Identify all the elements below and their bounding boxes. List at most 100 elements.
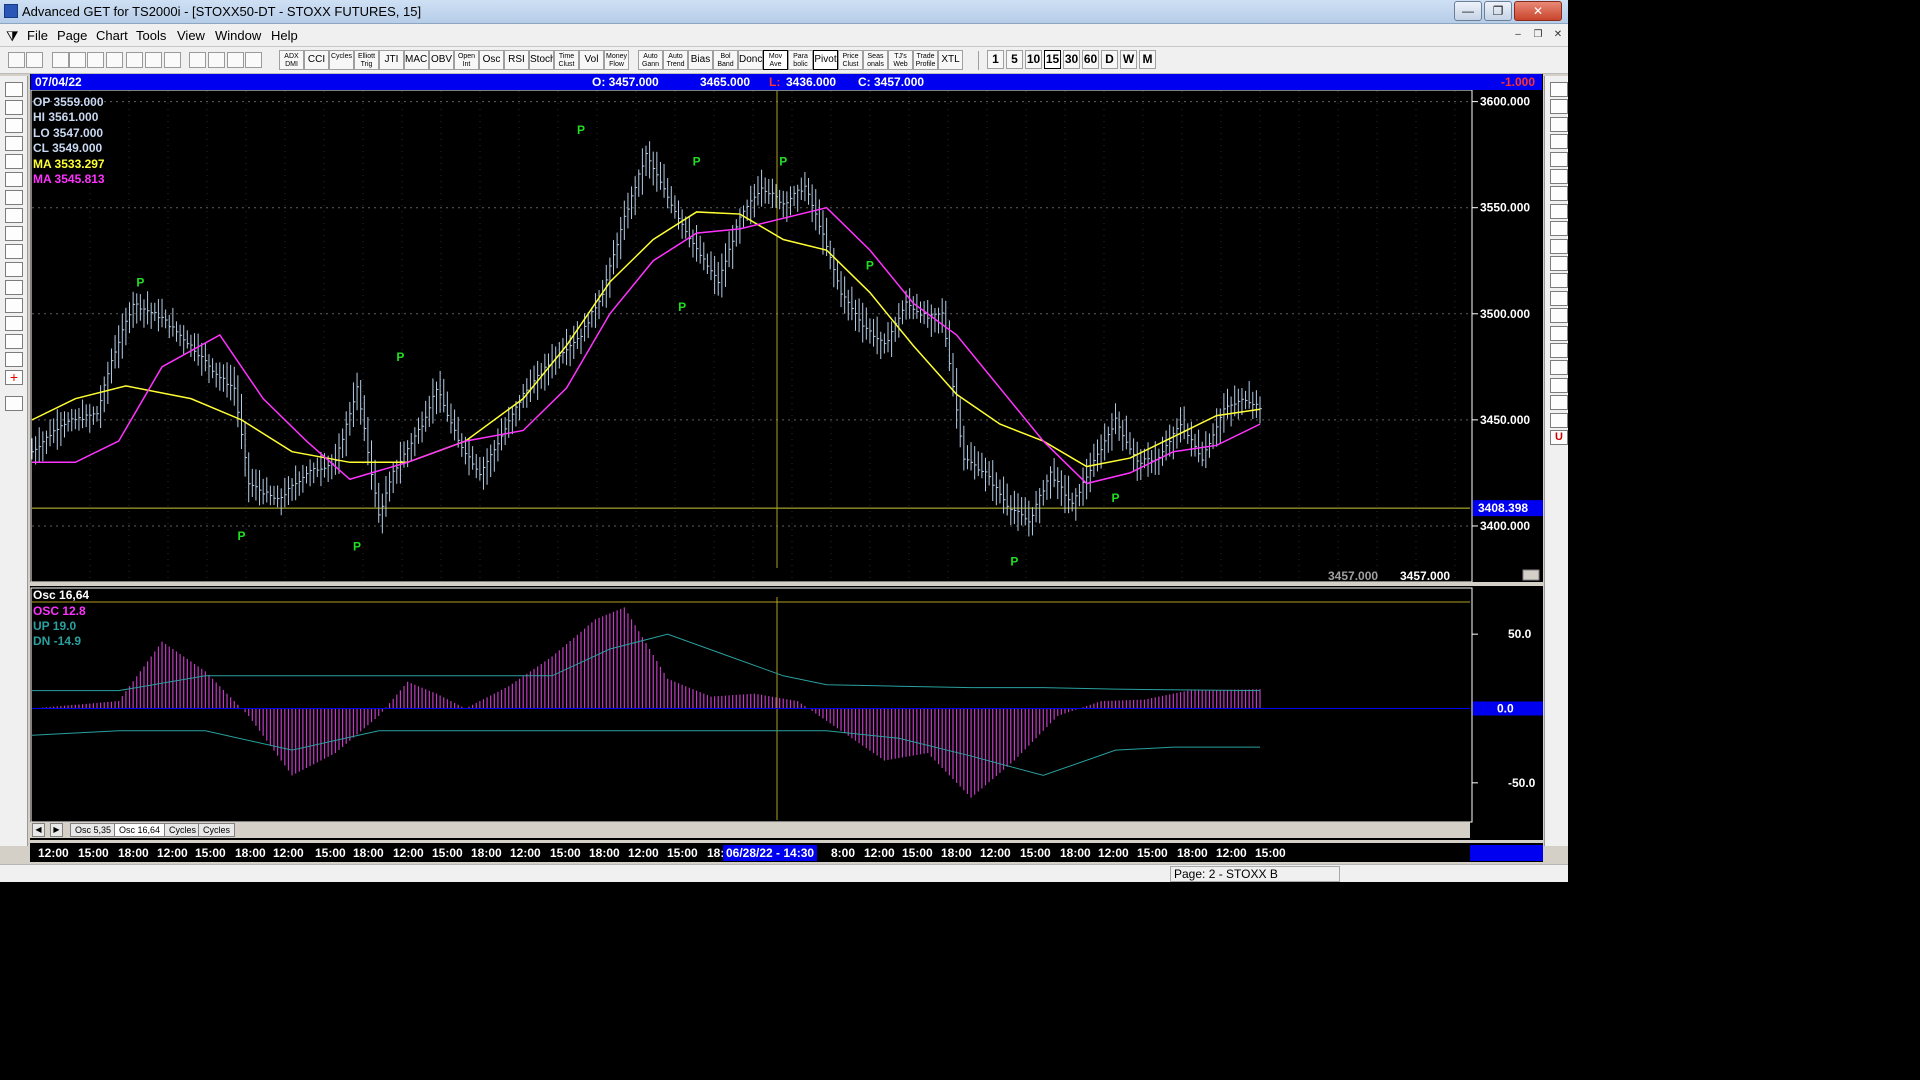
print-preview-icon[interactable] <box>208 52 225 68</box>
indicator-button-xtl[interactable]: XTL <box>938 50 963 70</box>
copy-icon[interactable] <box>126 52 143 68</box>
help-icon[interactable] <box>227 52 244 68</box>
expand-icon[interactable] <box>5 262 23 277</box>
chart-area[interactable]: P P P P P P P P P P P 3600.000 3550.000 3500.000 3450.… <box>30 74 1543 840</box>
notes-icon[interactable] <box>1550 412 1568 428</box>
open-folder-icon[interactable] <box>5 82 23 97</box>
timeframe-button-w[interactable]: W <box>1120 50 1137 69</box>
tab-osc-5-35[interactable]: Osc 5,35 <box>70 823 117 837</box>
channel-icon[interactable] <box>1550 116 1568 132</box>
swap-icon[interactable] <box>5 100 23 115</box>
refresh-icon[interactable] <box>87 52 104 68</box>
chart-canvas[interactable]: P P P P P P P P P P P 3600.000 3550.000 3500.000 3450.… <box>30 74 1543 840</box>
indicator-button-rsi[interactable]: RSI <box>504 50 529 70</box>
rectangle-icon[interactable] <box>1550 238 1568 254</box>
crosshair-icon[interactable]: + <box>5 370 23 385</box>
bars-icon[interactable] <box>5 244 23 259</box>
minimize-button[interactable]: — <box>1454 1 1482 21</box>
indicator-button-jti[interactable]: JTI <box>379 50 404 70</box>
indicator-button-macd[interactable]: MACD <box>404 50 429 70</box>
arrow-left-icon[interactable] <box>5 208 23 223</box>
menu-chart[interactable]: Chart <box>96 28 128 43</box>
close-button[interactable]: ✕ <box>1514 1 1562 21</box>
close-x-icon[interactable] <box>1550 82 1568 97</box>
menu-file[interactable]: File <box>27 28 48 43</box>
grid-icon[interactable] <box>164 52 181 68</box>
open-icon[interactable] <box>69 52 86 68</box>
eraser-icon[interactable] <box>1550 395 1568 411</box>
fib-time-icon[interactable] <box>1550 186 1568 202</box>
indicator-button-bias[interactable]: Bias <box>688 50 713 70</box>
fib-icon[interactable] <box>5 352 23 367</box>
indicator-button-osc[interactable]: Osc <box>479 50 504 70</box>
timeframe-button-30[interactable]: 30 <box>1063 50 1080 69</box>
indicator-button-trade-profile[interactable]: Trade Profile <box>913 50 938 70</box>
compress-icon[interactable] <box>5 280 23 295</box>
indicator-button-pivot[interactable]: Pivot <box>813 50 838 70</box>
timeframe-button-10[interactable]: 10 <box>1025 50 1042 69</box>
parallel-icon[interactable] <box>1550 134 1568 150</box>
grid-icon[interactable] <box>5 298 23 313</box>
indicator-button-open-int[interactable]: Open Int <box>454 50 479 70</box>
indicator-button-seas-onals[interactable]: Seas onals <box>863 50 888 70</box>
timeframe-button-d[interactable]: D <box>1101 50 1118 69</box>
indicator-button-time-clust[interactable]: Time Clust <box>554 50 579 70</box>
reset-icon[interactable] <box>5 118 23 133</box>
pin-icon[interactable] <box>8 52 25 68</box>
indicator-button-adx-dmi[interactable]: ADX DMI <box>279 50 304 70</box>
menu-tools[interactable]: Tools <box>136 28 166 43</box>
ellipse-icon[interactable] <box>1550 256 1568 271</box>
tab-prev-button[interactable]: ◀ <box>32 823 45 837</box>
zoom-icon[interactable] <box>1550 360 1568 376</box>
tab-cycles-1[interactable]: Cycles <box>164 823 202 837</box>
timeframe-button-1[interactable]: 1 <box>987 50 1004 69</box>
delete-icon[interactable] <box>145 52 162 68</box>
lines-icon[interactable] <box>5 316 23 331</box>
gann-icon[interactable] <box>5 334 23 349</box>
fib-ext-icon[interactable] <box>1550 169 1568 184</box>
menu-page[interactable]: Page <box>57 28 87 43</box>
timeframe-button-5[interactable]: 5 <box>1006 50 1023 69</box>
text-tool-icon[interactable] <box>1550 343 1568 358</box>
indicator-button-para-bolic[interactable]: Para bolic <box>788 50 813 70</box>
tab-cycles-2[interactable]: Cycles <box>198 823 236 837</box>
indicator-button-price-clust[interactable]: Price Clust <box>838 50 863 70</box>
indicator-button-cci[interactable]: CCI <box>304 50 329 70</box>
magnet-icon[interactable]: U <box>1550 430 1568 445</box>
indicator-button-bol-band[interactable]: Bol Band <box>713 50 738 70</box>
indicator-button-elliott-trig[interactable]: Elliott Trig <box>354 50 379 70</box>
menu-help[interactable]: Help <box>271 28 298 43</box>
box-icon[interactable] <box>1550 308 1568 324</box>
arrow-down-icon[interactable] <box>5 190 23 205</box>
study-icon[interactable] <box>5 136 23 151</box>
mdi-close-button[interactable]: ✕ <box>1550 28 1566 43</box>
fan-icon[interactable] <box>1550 221 1568 237</box>
indicator-button-stoch[interactable]: Stoch <box>529 50 554 70</box>
save-icon[interactable] <box>5 396 23 411</box>
maximize-button[interactable]: ❐ <box>1484 1 1512 21</box>
forward-icon[interactable] <box>106 52 123 68</box>
fib-ret-icon[interactable] <box>1550 151 1568 167</box>
indicator-button-auto-trend[interactable]: Auto Trend <box>663 50 688 70</box>
pti-icon[interactable] <box>1550 290 1568 306</box>
indicator-button-tj-s-web[interactable]: TJ's Web <box>888 50 913 70</box>
mdi-minimize-button[interactable]: – <box>1510 28 1526 43</box>
circle-tool-icon[interactable] <box>1550 203 1568 219</box>
timeframe-button-m[interactable]: M <box>1139 50 1156 69</box>
context-help-icon[interactable] <box>245 52 262 68</box>
paint-icon[interactable] <box>1550 377 1568 393</box>
indicator-button-mov-ave[interactable]: Mov Ave <box>763 50 788 70</box>
mob-icon[interactable] <box>1550 325 1568 341</box>
tab-osc-16-64[interactable]: Osc 16,64 <box>114 823 166 837</box>
timeframe-button-15[interactable]: 15 <box>1044 50 1061 69</box>
indicator-button-money-flow[interactable]: Money Flow <box>604 50 629 70</box>
tab-next-button[interactable]: ▶ <box>50 823 63 837</box>
line-tool-icon[interactable] <box>1550 99 1568 115</box>
arrow-up-icon[interactable] <box>5 172 23 187</box>
timeframe-button-60[interactable]: 60 <box>1082 50 1099 69</box>
indicator-button-vol[interactable]: Vol <box>579 50 604 70</box>
gann-fan-icon[interactable] <box>1550 273 1568 289</box>
indicator-button-donch[interactable]: Donch <box>738 50 763 70</box>
elliott-icon[interactable] <box>5 154 23 169</box>
indicator-button-obv[interactable]: OBV <box>429 50 454 70</box>
